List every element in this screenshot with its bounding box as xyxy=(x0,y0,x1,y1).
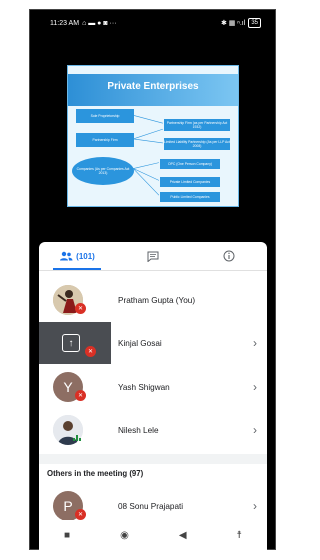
signal-icons: ✱ ▦ ⁿ.ıl xyxy=(220,20,246,27)
mic-off-icon: ✕ xyxy=(75,303,86,314)
chat-icon xyxy=(147,251,159,262)
section-separator xyxy=(39,454,267,464)
participant-row[interactable]: Nilesh Lele › xyxy=(39,409,267,451)
participant-name: Yash Shigwan xyxy=(118,382,170,392)
mic-off-icon: ✕ xyxy=(75,390,86,401)
slide-box-sole-proprietorship: Sole Proprietorship xyxy=(76,109,134,123)
back-button[interactable]: ◀ xyxy=(179,530,187,541)
android-nav-bar: ■ ◉ ◀ ☨ xyxy=(39,520,267,550)
slide-box-public-ltd: Public Limited Companies xyxy=(160,192,220,202)
notification-icons: ⌂ ▬ ● ◙ ··· xyxy=(82,19,117,27)
status-time: 11:23 AM xyxy=(50,19,80,27)
participant-name: Kinjal Gosai xyxy=(118,338,162,348)
chevron-right-icon[interactable]: › xyxy=(253,380,257,394)
participant-name: Pratham Gupta (You) xyxy=(118,295,196,305)
presentation-slide[interactable]: Private Enterprises Sole Proprietorship … xyxy=(67,65,239,207)
slide-box-partnership-act: Partnership Firm (as per Partnership Act… xyxy=(164,119,230,131)
mic-off-icon: ✕ xyxy=(85,346,96,357)
participant-row[interactable]: ✕ Pratham Gupta (You) xyxy=(39,279,267,321)
participant-name: 08 Sonu Prajapati xyxy=(118,501,184,511)
slide-box-opc: OPC (One Person Company) xyxy=(160,159,220,169)
panel-tabs: (101) xyxy=(39,242,267,270)
home-button[interactable]: ◉ xyxy=(120,530,129,541)
present-screen-icon: ↑ xyxy=(62,334,80,352)
slide-box-private-ltd: Private Limited Companies xyxy=(160,177,220,187)
tab-people[interactable]: (101) xyxy=(39,242,115,270)
tab-chat[interactable] xyxy=(115,242,191,270)
participant-name: Nilesh Lele xyxy=(118,425,159,435)
slide-oval-companies: Companies (As per Companies Act 2013) xyxy=(72,157,134,185)
slide-box-partnership: Partnership Firm xyxy=(76,133,134,147)
slide-box-llp: Limited Liability Partnership (As per LL… xyxy=(164,138,230,150)
participant-row[interactable]: ↑ ✕ Kinjal Gosai › xyxy=(39,322,267,364)
participant-row[interactable]: P ✕ 08 Sonu Prajapati › xyxy=(39,485,267,520)
mic-off-icon: ✕ xyxy=(75,509,86,520)
chevron-right-icon[interactable]: › xyxy=(253,423,257,437)
accessibility-button[interactable]: ☨ xyxy=(237,530,242,541)
chevron-right-icon[interactable]: › xyxy=(253,499,257,513)
status-bar: 11:23 AM ⌂ ▬ ● ◙ ··· ✱ ▦ ⁿ.ıl 35 xyxy=(30,10,275,36)
tab-info[interactable] xyxy=(191,242,267,270)
participants-panel: (101) ✕ Pratham Gupta (You) ↑ ✕ Kinjal G… xyxy=(39,242,267,520)
chevron-right-icon[interactable]: › xyxy=(253,336,257,350)
participant-row[interactable]: Y ✕ Yash Shigwan › xyxy=(39,366,267,408)
others-heading: Others in the meeting (97) xyxy=(47,469,144,478)
phone-frame: 11:23 AM ⌂ ▬ ● ◙ ··· ✱ ▦ ⁿ.ıl 35 Private… xyxy=(29,9,276,550)
people-count: (101) xyxy=(76,251,95,261)
info-icon xyxy=(223,250,235,262)
speaking-indicator-icon xyxy=(73,435,81,441)
people-icon xyxy=(60,251,73,261)
battery-icon: 35 xyxy=(248,18,261,28)
tab-divider xyxy=(39,270,267,271)
recents-button[interactable]: ■ xyxy=(64,530,70,541)
